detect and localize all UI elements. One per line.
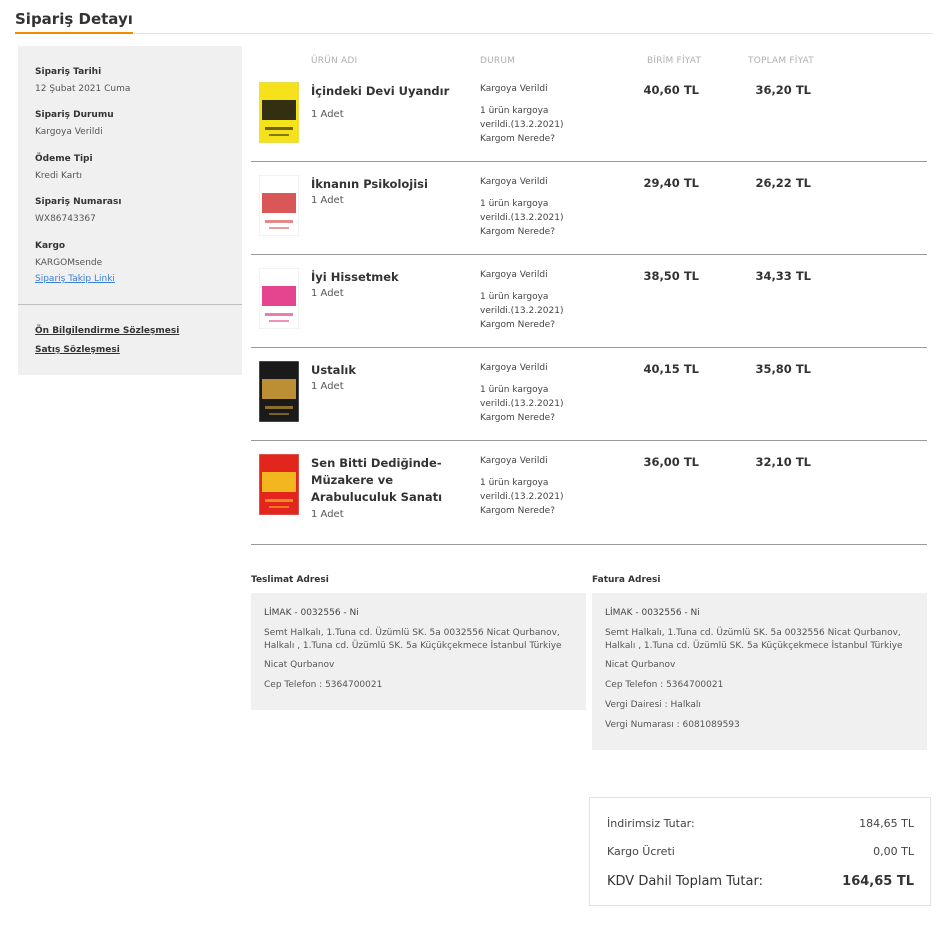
- product-quantity: 1 Adet: [311, 109, 344, 120]
- delivery-address-text: Semt Halkalı, 1.Tuna cd. Üzümlü SK. 5a 0…: [264, 628, 562, 651]
- order-summary: İndirimsiz Tutar: 184,65 TL Kargo Ücreti…: [589, 797, 931, 906]
- order-item-row: Ustalık 1 Adet Kargoya Verildi 1 ürün kargo…: [251, 348, 927, 441]
- grand-total-label: KDV Dahil Toplam Tutar:: [607, 874, 763, 889]
- undiscounted-total-value: 184,65 TL: [859, 817, 914, 830]
- status-detail: 1 ürün kargoya verildi.(13.2.2021): [480, 385, 564, 409]
- order-number-value: WX86743367: [35, 214, 96, 224]
- billing-tax-office: Vergi Dairesi : Halkalı: [605, 700, 701, 710]
- where-is-my-cargo-link[interactable]: Kargom Nerede?: [480, 225, 580, 239]
- delivery-address-phone: Cep Telefon : 5364700021: [264, 680, 383, 690]
- unit-price: 29,40 TL: [643, 176, 699, 190]
- delivery-address-recipient: Nicat Qurbanov: [264, 660, 335, 670]
- status-title: Kargoya Verildi: [480, 177, 548, 187]
- payment-type-value: Kredi Kartı: [35, 171, 83, 181]
- total-price: 35,80 TL: [755, 362, 811, 376]
- delivery-address-title: Teslimat Adresi: [251, 575, 329, 585]
- billing-address-box: LİMAK - 0032556 - Ni Semt Halkalı, 1.Tun…: [592, 593, 927, 750]
- order-item-row: Sen Bitti Dediğinde-Müzakere ve Arabuluc…: [251, 441, 927, 545]
- col-header-total-price: TOPLAM FİYAT: [748, 56, 814, 66]
- status-title: Kargoya Verildi: [480, 84, 548, 94]
- shipping-status: Kargoya Verildi 1 ürün kargoya verildi.(1…: [480, 361, 580, 425]
- sales-contract-link[interactable]: Satış Sözleşmesi: [35, 344, 120, 356]
- billing-address-text: Semt Halkalı, 1.Tuna cd. Üzümlü SK. 5a 0…: [605, 628, 903, 651]
- product-name[interactable]: İyi Hissetmek: [311, 269, 471, 286]
- cargo-value: KARGOMsende: [35, 258, 103, 268]
- payment-type-label: Ödeme Tipi: [35, 154, 93, 164]
- where-is-my-cargo-link[interactable]: Kargom Nerede?: [480, 411, 580, 425]
- billing-tax-number: Vergi Numarası : 6081089593: [605, 720, 740, 730]
- col-header-product: ÜRÜN ADI: [311, 56, 358, 66]
- product-quantity: 1 Adet: [311, 195, 344, 206]
- product-name[interactable]: Sen Bitti Dediğinde-Müzakere ve Arabuluc…: [311, 455, 471, 506]
- order-number-label: Sipariş Numarası: [35, 197, 122, 207]
- product-name[interactable]: Ustalık: [311, 362, 471, 379]
- book-cover-icon[interactable]: [259, 454, 299, 515]
- sidebar-divider: [18, 304, 242, 305]
- order-status-label: Sipariş Durumu: [35, 110, 114, 120]
- pre-information-contract-link[interactable]: Ön Bilgilendirme Sözleşmesi: [35, 325, 179, 337]
- order-date: Sipariş Tarihi 12 Şubat 2021 Cuma: [35, 66, 130, 95]
- delivery-address-box: LİMAK - 0032556 - Ni Semt Halkalı, 1.Tun…: [251, 593, 586, 710]
- status-title: Kargoya Verildi: [480, 363, 548, 373]
- shipping-fee-label: Kargo Ücreti: [607, 845, 675, 858]
- product-name[interactable]: İçindeki Devi Uyandır: [311, 83, 471, 100]
- billing-address-name: LİMAK - 0032556 - Ni: [605, 608, 700, 618]
- product-quantity: 1 Adet: [311, 288, 344, 299]
- where-is-my-cargo-link[interactable]: Kargom Nerede?: [480, 504, 580, 518]
- order-info-sidebar: Sipariş Tarihi 12 Şubat 2021 Cuma Sipari…: [18, 46, 242, 375]
- page-title: Sipariş Detayı: [15, 10, 133, 34]
- col-header-unit-price: BİRİM FİYAT: [647, 56, 702, 66]
- unit-price: 40,60 TL: [643, 83, 699, 97]
- total-price: 32,10 TL: [755, 455, 811, 469]
- order-status: Sipariş Durumu Kargoya Verildi: [35, 109, 114, 138]
- order-number: Sipariş Numarası WX86743367: [35, 196, 121, 225]
- billing-address-phone: Cep Telefon : 5364700021: [605, 680, 724, 690]
- status-detail: 1 ürün kargoya verildi.(13.2.2021): [480, 478, 564, 502]
- unit-price: 36,00 TL: [643, 455, 699, 469]
- status-detail: 1 ürün kargoya verildi.(13.2.2021): [480, 199, 564, 223]
- where-is-my-cargo-link[interactable]: Kargom Nerede?: [480, 132, 580, 146]
- status-detail: 1 ürün kargoya verildi.(13.2.2021): [480, 106, 564, 130]
- where-is-my-cargo-link[interactable]: Kargom Nerede?: [480, 318, 580, 332]
- order-item-row: İçindeki Devi Uyandır 1 Adet Kargoya Veril…: [251, 69, 927, 162]
- shipping-status: Kargoya Verildi 1 ürün kargoya verildi.(1…: [480, 82, 580, 146]
- total-price: 36,20 TL: [755, 83, 811, 97]
- order-date-label: Sipariş Tarihi: [35, 67, 102, 77]
- grand-total-value: 164,65 TL: [842, 874, 914, 889]
- book-cover-icon[interactable]: [259, 175, 299, 236]
- total-price: 34,33 TL: [755, 269, 811, 283]
- book-cover-icon[interactable]: [259, 82, 299, 143]
- product-name[interactable]: İknanın Psikolojisi: [311, 176, 471, 193]
- book-cover-icon[interactable]: [259, 361, 299, 422]
- delivery-address-name: LİMAK - 0032556 - Ni: [264, 608, 359, 618]
- payment-type: Ödeme Tipi Kredi Kartı: [35, 153, 93, 182]
- book-cover-icon[interactable]: [259, 268, 299, 329]
- shipping-status: Kargoya Verildi 1 ürün kargoya verildi.(1…: [480, 268, 580, 332]
- order-date-value: 12 Şubat 2021 Cuma: [35, 84, 131, 94]
- unit-price: 38,50 TL: [643, 269, 699, 283]
- total-price: 26,22 TL: [755, 176, 811, 190]
- unit-price: 40,15 TL: [643, 362, 699, 376]
- product-quantity: 1 Adet: [311, 509, 344, 520]
- billing-address-recipient: Nicat Qurbanov: [605, 660, 676, 670]
- order-item-row: İknanın Psikolojisi 1 Adet Kargoya Verildi…: [251, 162, 927, 255]
- order-status-value: Kargoya Verildi: [35, 127, 103, 137]
- shipping-status: Kargoya Verildi 1 ürün kargoya verildi.(1…: [480, 175, 580, 239]
- order-tracking-link[interactable]: Sipariş Takip Linki: [35, 273, 115, 285]
- cargo-label: Kargo: [35, 241, 66, 251]
- col-header-status: DURUM: [480, 56, 516, 66]
- undiscounted-total-label: İndirimsiz Tutar:: [607, 817, 695, 830]
- status-detail: 1 ürün kargoya verildi.(13.2.2021): [480, 292, 564, 316]
- page-header: Sipariş Detayı: [15, 8, 933, 34]
- status-title: Kargoya Verildi: [480, 456, 548, 466]
- product-quantity: 1 Adet: [311, 381, 344, 392]
- cargo: Kargo KARGOMsende Sipariş Takip Linki: [35, 240, 115, 285]
- shipping-status: Kargoya Verildi 1 ürün kargoya verildi.(1…: [480, 454, 580, 518]
- shipping-fee-value: 0,00 TL: [873, 845, 914, 858]
- order-item-row: İyi Hissetmek 1 Adet Kargoya Verildi 1 ürün…: [251, 255, 927, 348]
- billing-address-title: Fatura Adresi: [592, 575, 661, 585]
- status-title: Kargoya Verildi: [480, 270, 548, 280]
